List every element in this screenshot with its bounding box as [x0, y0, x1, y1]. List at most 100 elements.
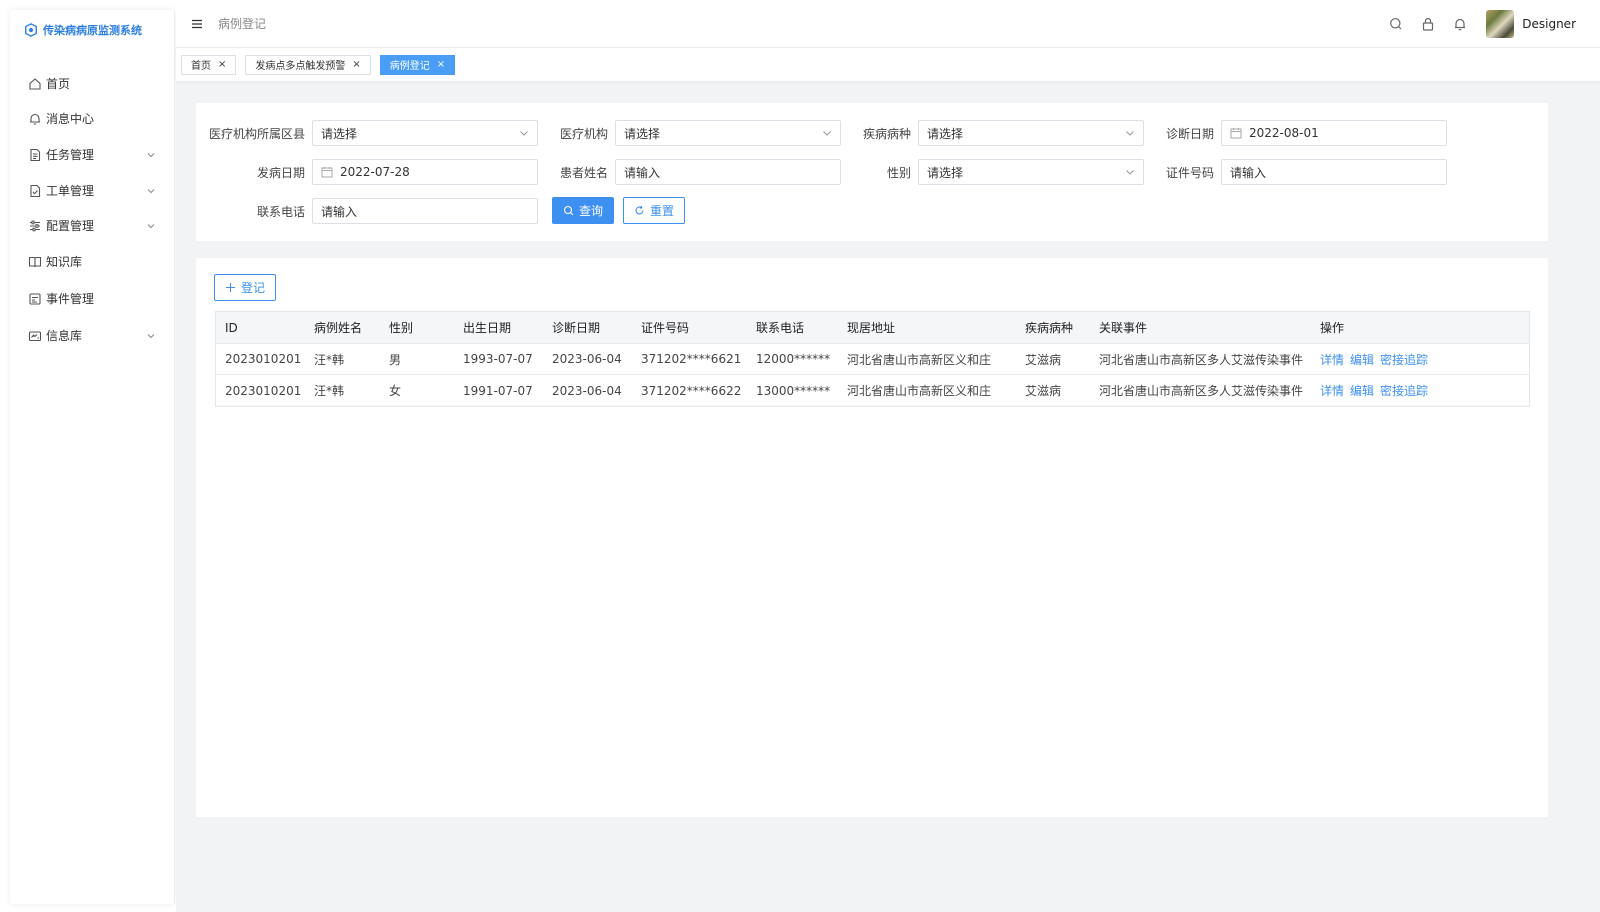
- cell-gender: 男: [389, 352, 402, 367]
- cell-diagnosis-date: 2023-06-04: [552, 383, 622, 398]
- id-number-input[interactable]: 请输入: [1221, 159, 1447, 185]
- institution-select[interactable]: 请选择: [615, 120, 841, 146]
- sidebar-item-home[interactable]: 首页: [10, 66, 174, 101]
- reset-button[interactable]: 重置: [623, 197, 685, 224]
- cell-event: 河北省唐山市高新区多人艾滋传染事件: [1099, 384, 1304, 398]
- column-header: 性别: [389, 321, 414, 335]
- filter-panel: 医疗机构所属区县 请选择 医疗机构 请选择 疾病病种 请选择 诊断日期 2022…: [196, 103, 1548, 241]
- chevron-down-icon: [146, 186, 156, 196]
- onset-date-label: 发病日期: [256, 165, 305, 180]
- detail-link[interactable]: 详情: [1320, 353, 1344, 367]
- tab-home[interactable]: 首页 ×: [181, 54, 237, 75]
- notification-bell-icon[interactable]: [1452, 16, 1468, 32]
- top-right-actions: Designer: [1372, 9, 1576, 38]
- cell-diagnosis-date: 2023-06-04: [552, 352, 622, 366]
- register-button[interactable]: 登记: [214, 274, 276, 301]
- menu-toggle-icon[interactable]: [190, 17, 204, 31]
- edit-link[interactable]: 编辑: [1350, 384, 1374, 398]
- disease-select[interactable]: 请选择: [918, 120, 1144, 146]
- column-header: 现居地址: [847, 321, 896, 335]
- column-header: 出生日期: [463, 321, 512, 335]
- sidebar-menu: 首页 消息中心 任务管理 工单管理 配置管理 知识库 事件管理 信息库: [10, 66, 174, 354]
- cell-birth: 1991-07-07: [463, 383, 533, 398]
- onset-date-picker[interactable]: 2022-07-28: [312, 159, 538, 185]
- gender-select[interactable]: 请选择: [918, 159, 1144, 185]
- tab-label: 病例登记: [389, 61, 430, 72]
- cell-birth: 1993-07-07: [463, 352, 533, 366]
- sidebar-item-knowledge[interactable]: 知识库: [10, 243, 174, 280]
- region-field: 医疗机构所属区县 请选择: [196, 120, 538, 146]
- card-icon: [28, 329, 42, 343]
- sidebar-item-tasks[interactable]: 任务管理: [10, 136, 174, 173]
- region-select[interactable]: 请选择: [312, 120, 538, 146]
- app-title: 传染病病原监测系统: [43, 24, 142, 37]
- search-icon[interactable]: [1388, 16, 1404, 32]
- diagnosis-date-picker[interactable]: 2022-08-01: [1221, 120, 1447, 146]
- sidebar-item-label: 知识库: [46, 255, 83, 269]
- cell-address: 河北省唐山市高新区义和庄: [847, 384, 992, 398]
- lock-icon[interactable]: [1420, 16, 1436, 32]
- column-header: 关联事件: [1099, 321, 1148, 335]
- institution-label: 医疗机构: [559, 126, 608, 141]
- sidebar-item-messages[interactable]: 消息中心: [10, 101, 174, 136]
- sidebar-item-label: 任务管理: [46, 148, 95, 162]
- id-number-field: 证件号码 请输入: [1131, 159, 1447, 185]
- patient-name-input[interactable]: 请输入: [615, 159, 841, 185]
- edit-link[interactable]: 编辑: [1350, 353, 1374, 367]
- contact-tracing-link[interactable]: 密接追踪: [1380, 353, 1428, 367]
- column-header: 疾病病种: [1025, 321, 1074, 335]
- patient-name-label: 患者姓名: [559, 165, 608, 180]
- column-header: ID: [225, 320, 238, 335]
- cell-phone: 13000******: [756, 383, 831, 398]
- search-icon: [563, 205, 574, 216]
- column-header: 证件号码: [641, 321, 690, 335]
- plus-icon: [225, 282, 236, 293]
- cell-name: 汪*韩: [314, 384, 345, 398]
- cell-name: 汪*韩: [314, 352, 345, 367]
- chevron-down-icon: [146, 331, 156, 341]
- tab-bar: 首页 × 发病点多点触发预警 × 病例登记 ×: [176, 48, 1600, 81]
- disease-label: 疾病病种: [862, 126, 911, 141]
- close-icon[interactable]: ×: [437, 59, 445, 70]
- close-icon[interactable]: ×: [218, 59, 226, 70]
- sliders-icon: [28, 219, 42, 233]
- region-label: 医疗机构所属区县: [208, 126, 305, 141]
- phone-input[interactable]: 请输入: [312, 198, 538, 224]
- table-header: ID 病例姓名 性别 出生日期 诊断日期 证件号码 联系电话 现居地址 疾病病种…: [216, 312, 1529, 344]
- gender-label: 性别: [886, 165, 911, 180]
- tab-case-registration[interactable]: 病例登记 ×: [379, 54, 456, 75]
- patient-name-field: 患者姓名 请输入: [525, 159, 841, 185]
- tab-label: 首页: [191, 61, 211, 72]
- cell-actions: 详情 编辑 密接追踪: [1311, 382, 1529, 399]
- column-header: 联系电话: [756, 321, 805, 335]
- disease-field: 疾病病种 请选择: [828, 120, 1144, 146]
- contact-tracing-link[interactable]: 密接追踪: [1380, 384, 1428, 398]
- sidebar-item-label: 首页: [46, 77, 71, 91]
- calendar-icon: [1230, 127, 1242, 139]
- cell-event: 河北省唐山市高新区多人艾滋传染事件: [1099, 352, 1304, 367]
- cell-id: 2023010201: [225, 352, 302, 366]
- logo-icon: [24, 23, 38, 37]
- tab-multipoint-alert[interactable]: 发病点多点触发预警 ×: [245, 54, 371, 75]
- cell-phone: 12000******: [756, 352, 831, 366]
- phone-label: 联系电话: [256, 204, 305, 219]
- phone-field: 联系电话 请输入: [222, 198, 538, 224]
- avatar[interactable]: [1486, 9, 1515, 38]
- query-button[interactable]: 查询: [552, 197, 614, 224]
- app-logo[interactable]: 传染病病原监测系统: [10, 10, 174, 50]
- sidebar-item-config[interactable]: 配置管理: [10, 208, 174, 243]
- close-icon[interactable]: ×: [352, 59, 360, 70]
- sidebar-item-workorders[interactable]: 工单管理: [10, 173, 174, 208]
- diagnosis-date-field: 诊断日期 2022-08-01: [1131, 120, 1447, 146]
- cell-address: 河北省唐山市高新区义和庄: [847, 352, 992, 367]
- detail-link[interactable]: 详情: [1320, 384, 1344, 398]
- sidebar-item-infobase[interactable]: 信息库: [10, 317, 174, 354]
- cell-actions: 详情 编辑 密接追踪: [1311, 351, 1529, 368]
- column-header: 操作: [1320, 321, 1345, 335]
- column-header: 诊断日期: [552, 321, 601, 335]
- sidebar-item-label: 工单管理: [46, 184, 95, 198]
- table-row: 2023010201 汪*韩 女 1991-07-07 2023-06-04 3…: [216, 375, 1529, 406]
- sidebar-item-events[interactable]: 事件管理: [10, 280, 174, 317]
- username[interactable]: Designer: [1522, 17, 1576, 31]
- home-icon: [28, 77, 42, 91]
